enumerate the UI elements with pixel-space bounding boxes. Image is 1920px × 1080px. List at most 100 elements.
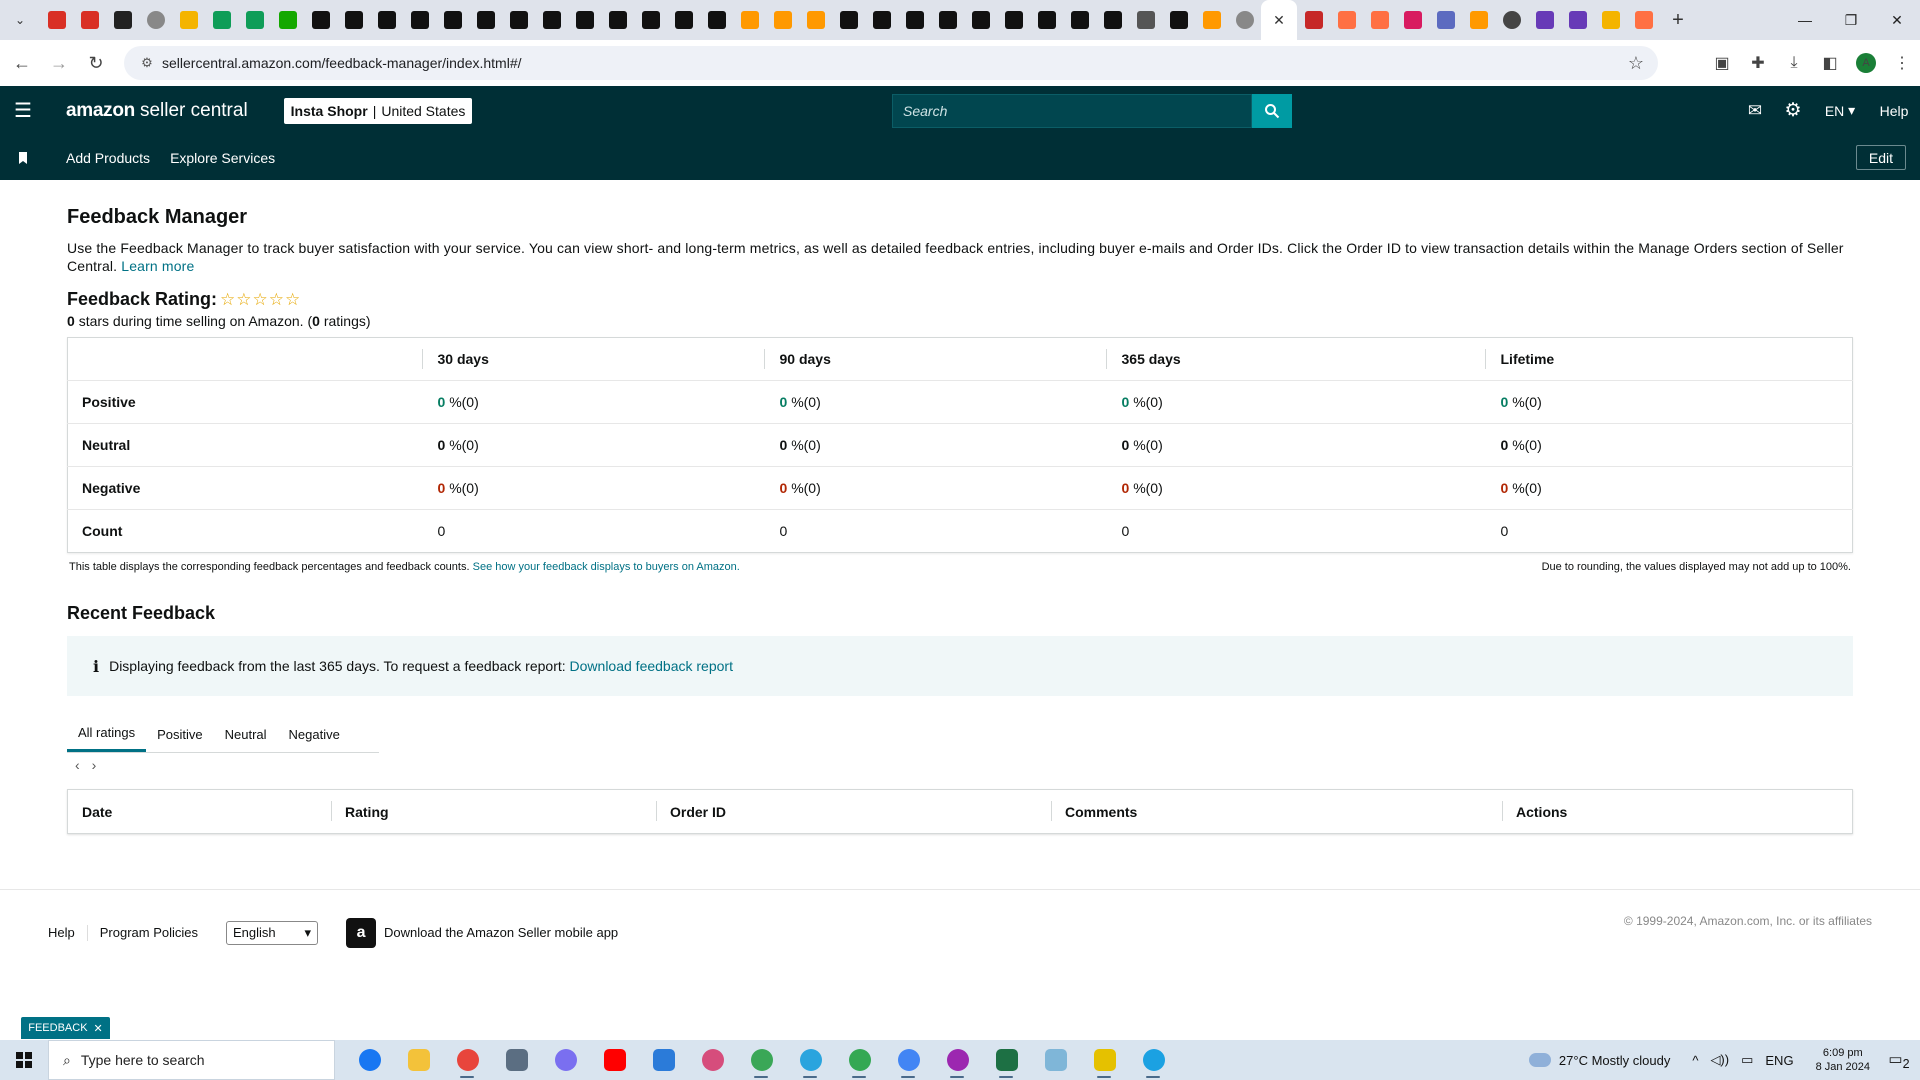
cloud-icon[interactable] xyxy=(1429,0,1462,40)
weather-icon[interactable] xyxy=(1528,1053,1551,1067)
facebook-icon[interactable] xyxy=(345,1040,394,1080)
youtube-icon[interactable] xyxy=(590,1040,639,1080)
add-products-link[interactable]: Add Products xyxy=(66,150,150,166)
tab-all-ratings[interactable]: All ratings xyxy=(67,716,147,752)
close-window-icon[interactable]: ✕ xyxy=(1874,0,1920,40)
reload-icon[interactable]: ↻ xyxy=(81,48,111,78)
download-app-link[interactable]: Download the Amazon Seller mobile app xyxy=(384,925,618,940)
chrome-profile-a-icon[interactable] xyxy=(835,1040,884,1080)
amazon-icon[interactable] xyxy=(865,0,898,40)
amazon-icon[interactable] xyxy=(436,0,469,40)
windows-start-icon[interactable] xyxy=(0,1040,48,1080)
chrome-icon[interactable] xyxy=(443,1040,492,1080)
help-link[interactable]: Help xyxy=(1868,103,1920,119)
download-feedback-report-link[interactable]: Download feedback report xyxy=(570,658,733,674)
globe-icon[interactable] xyxy=(139,0,172,40)
notifications-icon[interactable]: ▭2 xyxy=(1884,1050,1914,1071)
chrome-profile-c-icon[interactable] xyxy=(933,1040,982,1080)
close-tab-icon[interactable]: ✕ xyxy=(1273,12,1285,29)
edit-bookmarks-button[interactable]: Edit xyxy=(1855,145,1906,170)
amazon-icon[interactable] xyxy=(700,0,733,40)
amazon-icon[interactable] xyxy=(337,0,370,40)
feedback-tab-button[interactable]: FEEDBACK ✕ xyxy=(21,1017,110,1039)
program-policies-link[interactable]: Program Policies xyxy=(88,925,210,941)
amazon-smile-icon[interactable] xyxy=(799,0,832,40)
pencil-icon[interactable] xyxy=(1627,0,1660,40)
upwork-icon[interactable] xyxy=(271,0,304,40)
amazon-icon[interactable] xyxy=(898,0,931,40)
chevron-left-icon[interactable]: ‹ xyxy=(75,757,80,773)
search-button[interactable] xyxy=(1252,94,1292,128)
network-icon[interactable]: ▭ xyxy=(1741,1052,1753,1068)
chrome-profile-icon[interactable] xyxy=(737,1040,786,1080)
download-icon[interactable]: ⤓ xyxy=(1776,54,1812,72)
amazon-icon[interactable] xyxy=(964,0,997,40)
google-sheets-icon[interactable] xyxy=(238,0,271,40)
edge-icon[interactable] xyxy=(1129,1040,1178,1080)
gmail-icon[interactable] xyxy=(40,0,73,40)
amazon-seller-app-icon[interactable]: a xyxy=(346,917,377,948)
footer-help-link[interactable]: Help xyxy=(36,924,88,941)
pencil-icon[interactable] xyxy=(1330,0,1363,40)
amazon-icon[interactable] xyxy=(1063,0,1096,40)
amazon-icon[interactable] xyxy=(931,0,964,40)
restore-icon[interactable]: ❐ xyxy=(1828,0,1874,40)
active-tab[interactable]: ✕ xyxy=(1261,0,1297,40)
amazon-icon[interactable] xyxy=(1162,0,1195,40)
forms-icon[interactable] xyxy=(1561,0,1594,40)
ahrefs-icon[interactable] xyxy=(1396,0,1429,40)
tab-search-chevron-icon[interactable]: ⌄ xyxy=(0,0,40,40)
side-panel-icon[interactable]: ◧ xyxy=(1812,53,1848,73)
google-drive-icon[interactable] xyxy=(172,0,205,40)
gt-icon[interactable] xyxy=(1129,0,1162,40)
tab-positive[interactable]: Positive xyxy=(146,716,214,752)
language-dropdown[interactable]: EN ▾ xyxy=(1812,102,1868,119)
bookmark-icon[interactable] xyxy=(0,151,46,164)
snipping-tool-icon[interactable] xyxy=(688,1040,737,1080)
calculator-icon[interactable] xyxy=(492,1040,541,1080)
explore-services-link[interactable]: Explore Services xyxy=(170,150,275,166)
amazon-icon[interactable] xyxy=(469,0,502,40)
clock[interactable]: 6:09 pm 8 Jan 2024 xyxy=(1816,1046,1870,1074)
close-icon[interactable]: ✕ xyxy=(94,1022,103,1035)
input-language[interactable]: ENG xyxy=(1765,1053,1793,1068)
amazon-icon[interactable] xyxy=(568,0,601,40)
chevron-up-icon[interactable]: ^ xyxy=(1692,1053,1698,1068)
amazon-icon[interactable] xyxy=(1030,0,1063,40)
amazon-icon[interactable] xyxy=(832,0,865,40)
tab-neutral[interactable]: Neutral xyxy=(214,716,278,752)
amazon-smile-icon[interactable] xyxy=(766,0,799,40)
site-info-icon[interactable]: ⚙ xyxy=(132,55,162,71)
profile-avatar[interactable]: A xyxy=(1848,53,1884,73)
extensions-icon[interactable]: ✚ xyxy=(1740,53,1776,73)
taskbar-search-input[interactable]: ⌕ Type here to search xyxy=(48,1040,335,1080)
amazon-smile-icon[interactable] xyxy=(1462,0,1495,40)
seller-central-logo[interactable]: amazon seller central xyxy=(66,100,248,122)
col-rating[interactable]: Rating xyxy=(331,789,656,834)
amazon-icon[interactable] xyxy=(634,0,667,40)
chrome-profile-b-icon[interactable] xyxy=(884,1040,933,1080)
notepad-icon[interactable] xyxy=(1031,1040,1080,1080)
google-sheets-icon[interactable] xyxy=(205,0,238,40)
minimize-icon[interactable]: — xyxy=(1782,0,1828,40)
excel-icon[interactable] xyxy=(982,1040,1031,1080)
language-select[interactable]: English ▾ xyxy=(226,920,319,945)
store-icon[interactable] xyxy=(639,1040,688,1080)
file-explorer-icon[interactable] xyxy=(394,1040,443,1080)
chatgpt-icon[interactable] xyxy=(1495,0,1528,40)
search-input[interactable]: Search xyxy=(892,94,1252,128)
amazon-smile-icon[interactable] xyxy=(1195,0,1228,40)
forward-icon[interactable]: → xyxy=(44,48,74,78)
pencil-icon[interactable] xyxy=(1363,0,1396,40)
amazon-icon[interactable] xyxy=(667,0,700,40)
weather-text[interactable]: 27°C Mostly cloudy xyxy=(1559,1053,1670,1068)
wix-icon[interactable] xyxy=(106,0,139,40)
see-feedback-display-link[interactable]: See how your feedback displays to buyers… xyxy=(473,561,740,573)
tab-negative[interactable]: Negative xyxy=(278,716,351,752)
col-date[interactable]: Date xyxy=(68,789,331,834)
amazon-icon[interactable] xyxy=(535,0,568,40)
amazon-icon[interactable] xyxy=(502,0,535,40)
store-switcher[interactable]: Insta Shopr | United States xyxy=(283,97,473,124)
forms-icon[interactable] xyxy=(1528,0,1561,40)
copilot-icon[interactable] xyxy=(541,1040,590,1080)
